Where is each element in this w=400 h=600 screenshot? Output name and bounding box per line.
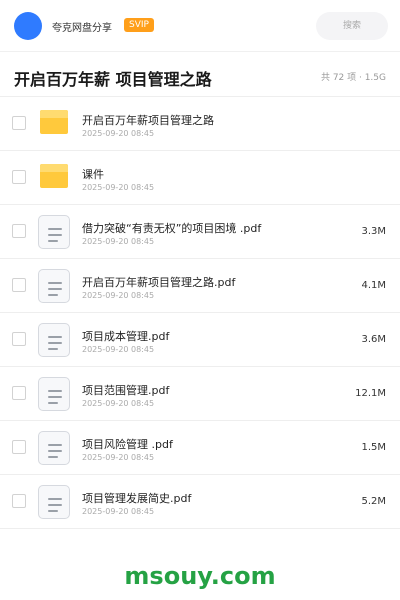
document-icon xyxy=(38,377,70,411)
item-checkbox[interactable] xyxy=(12,170,26,184)
site-watermark: msouy.com xyxy=(124,562,276,590)
page-title: 开启百万年薪 项目管理之路 xyxy=(14,70,212,89)
search-input[interactable]: 搜索 xyxy=(316,12,388,40)
item-checkbox[interactable] xyxy=(12,224,26,238)
file-date: 2025-09-20 08:45 xyxy=(82,507,155,516)
item-checkbox[interactable] xyxy=(12,494,26,508)
list-item[interactable]: 开启百万年薪项目管理之路 2025-09-20 08:45 xyxy=(0,97,400,151)
item-checkbox[interactable] xyxy=(12,278,26,292)
document-icon xyxy=(38,269,70,303)
list-item[interactable]: 课件 2025-09-20 08:45 xyxy=(0,151,400,205)
file-date: 2025-09-20 08:45 xyxy=(82,291,155,300)
app-title: 夸克网盘分享 xyxy=(52,23,112,34)
document-icon xyxy=(38,485,70,519)
item-checkbox[interactable] xyxy=(12,116,26,130)
folder-icon xyxy=(38,107,70,141)
file-size: 12.1M xyxy=(355,388,386,399)
list-item[interactable]: 借力突破“有责无权”的项目困境 .pdf 2025-09-20 08:45 3.… xyxy=(0,205,400,259)
file-date: 2025-09-20 08:45 xyxy=(82,453,155,462)
file-name: 课件 xyxy=(82,168,104,181)
file-date: 2025-09-20 08:45 xyxy=(82,345,155,354)
item-checkbox[interactable] xyxy=(12,386,26,400)
list-item[interactable]: 项目成本管理.pdf 2025-09-20 08:45 3.6M xyxy=(0,313,400,367)
folder-header: 开启百万年薪 项目管理之路 共 72 项 · 1.5G xyxy=(0,53,400,97)
file-size: 1.5M xyxy=(361,442,386,453)
file-name: 项目管理发展简史.pdf xyxy=(82,492,192,505)
folder-meta: 共 72 项 · 1.5G xyxy=(320,73,386,83)
file-list: 开启百万年薪项目管理之路 2025-09-20 08:45 课件 2025-09… xyxy=(0,97,400,529)
folder-icon xyxy=(38,161,70,195)
file-size: 3.3M xyxy=(361,226,386,237)
document-icon xyxy=(38,323,70,357)
file-name: 项目风险管理 .pdf xyxy=(82,438,173,451)
svip-badge: SVIP xyxy=(124,18,154,32)
item-checkbox[interactable] xyxy=(12,332,26,346)
document-icon xyxy=(38,215,70,249)
file-name: 开启百万年薪项目管理之路.pdf xyxy=(82,276,236,289)
file-date: 2025-09-20 08:45 xyxy=(82,237,155,246)
file-size: 5.2M xyxy=(361,496,386,507)
avatar[interactable] xyxy=(14,12,42,40)
file-name: 项目范围管理.pdf xyxy=(82,384,170,397)
file-date: 2025-09-20 08:45 xyxy=(82,399,155,408)
list-item[interactable]: 项目管理发展简史.pdf 2025-09-20 08:45 5.2M xyxy=(0,475,400,529)
list-item[interactable]: 项目范围管理.pdf 2025-09-20 08:45 12.1M xyxy=(0,367,400,421)
file-date: 2025-09-20 08:45 xyxy=(82,183,155,192)
file-name: 项目成本管理.pdf xyxy=(82,330,170,343)
file-date: 2025-09-20 08:45 xyxy=(82,129,155,138)
file-size: 4.1M xyxy=(361,280,386,291)
file-name: 借力突破“有责无权”的项目困境 .pdf xyxy=(82,222,262,235)
list-item[interactable]: 项目风险管理 .pdf 2025-09-20 08:45 1.5M xyxy=(0,421,400,475)
top-bar: 夸克网盘分享 SVIP 搜索 xyxy=(0,0,400,52)
file-name: 开启百万年薪项目管理之路 xyxy=(82,114,214,127)
file-size: 3.6M xyxy=(361,334,386,345)
list-item[interactable]: 开启百万年薪项目管理之路.pdf 2025-09-20 08:45 4.1M xyxy=(0,259,400,313)
item-checkbox[interactable] xyxy=(12,440,26,454)
document-icon xyxy=(38,431,70,465)
